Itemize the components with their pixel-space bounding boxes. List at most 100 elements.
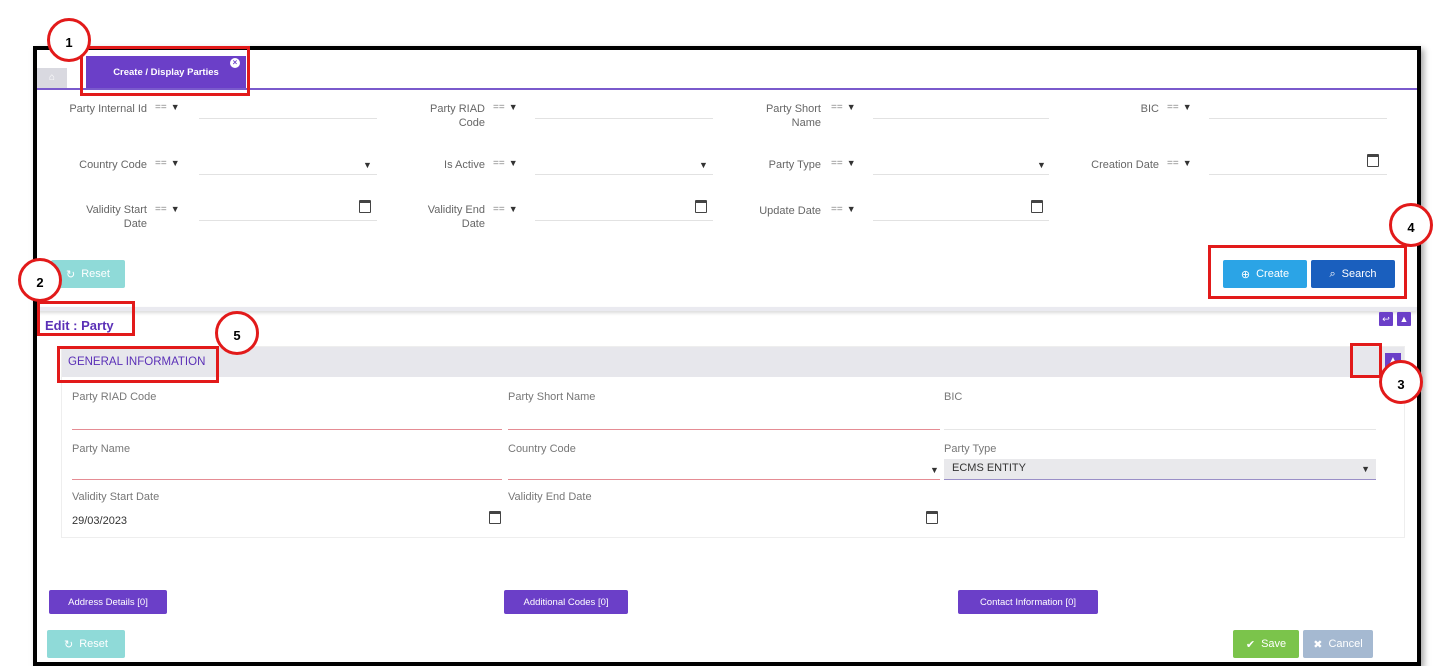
close-icon: ✖ xyxy=(1313,638,1323,651)
calendar-icon[interactable] xyxy=(695,200,707,213)
app-window: ⌂ Create / Display Parties × Party Inter… xyxy=(33,46,1421,666)
label-validity-end-date: Validity End Date xyxy=(508,491,592,503)
operator-select[interactable]: == ▼ xyxy=(831,102,856,113)
collapse-icon[interactable]: ▲ xyxy=(1397,312,1411,326)
caret-down-icon: ▼ xyxy=(508,102,518,112)
annotation-box-section-toggle xyxy=(1350,343,1382,378)
operator-select[interactable]: == ▼ xyxy=(493,102,518,113)
operator-select[interactable]: == ▼ xyxy=(493,158,518,169)
edit-header-actions: ↩ ▲ xyxy=(1379,312,1411,326)
label-party-name: Party Name xyxy=(72,443,131,455)
annotation-box-section-title xyxy=(57,346,219,383)
validity-start-date-input[interactable] xyxy=(199,202,377,221)
annotation-marker-3: 3 xyxy=(1379,360,1423,404)
annotation-box-edit-title xyxy=(37,301,135,336)
validity-end-date-input[interactable] xyxy=(535,202,713,221)
caret-down-icon[interactable]: ▼ xyxy=(699,160,708,170)
annotation-marker-1: 1 xyxy=(47,18,91,62)
filter-label-update-date: Update Date xyxy=(759,205,821,217)
party-riad-code-input[interactable] xyxy=(535,100,713,119)
caret-down-icon[interactable]: ▼ xyxy=(1361,464,1370,474)
calendar-icon[interactable] xyxy=(359,200,371,213)
operator-select[interactable]: == ▼ xyxy=(493,204,518,215)
calendar-icon[interactable] xyxy=(926,511,938,524)
address-details-button[interactable]: Address Details [0] xyxy=(49,590,167,614)
label-validity-start-date: Validity Start Date xyxy=(72,491,160,503)
bic-input[interactable] xyxy=(1209,100,1387,119)
caret-down-icon[interactable]: ▼ xyxy=(363,160,372,170)
caret-down-icon: ▼ xyxy=(1182,102,1192,112)
caret-down-icon: ▼ xyxy=(170,158,180,168)
operator-select[interactable]: == ▼ xyxy=(155,102,180,113)
home-tab[interactable]: ⌂ xyxy=(37,68,67,88)
annotation-box-tab xyxy=(80,46,250,96)
operator-select[interactable]: == ▼ xyxy=(831,158,856,169)
caret-down-icon[interactable]: ▼ xyxy=(1037,160,1046,170)
calendar-icon[interactable] xyxy=(1367,154,1379,167)
caret-down-icon: ▼ xyxy=(1182,158,1192,168)
annotation-marker-4: 4 xyxy=(1389,203,1433,247)
filter-label-party-short-name: Party Short Name xyxy=(765,103,821,129)
filter-label-creation-date: Creation Date xyxy=(1091,159,1159,171)
update-date-input[interactable] xyxy=(873,202,1049,221)
filter-label-party-type: Party Type xyxy=(768,159,821,171)
label-bic: BIC xyxy=(944,391,963,403)
caret-down-icon: ▼ xyxy=(170,204,180,214)
reset-icon: ↻ xyxy=(64,638,74,651)
operator-select[interactable]: == ▼ xyxy=(155,204,180,215)
operator-select[interactable]: == ▼ xyxy=(831,204,856,215)
save-button[interactable]: ✔ Save xyxy=(1233,630,1299,658)
general-information-section: GENERAL INFORMATION ▲ Party RIAD Code Pa… xyxy=(61,346,1405,538)
party-name-input[interactable] xyxy=(72,479,502,480)
label-country-code: Country Code xyxy=(508,443,576,455)
label-party-type: Party Type xyxy=(944,443,997,455)
country-code-select[interactable] xyxy=(199,156,377,175)
annotation-marker-2: 2 xyxy=(18,258,62,302)
reset-button[interactable]: ↻ Reset xyxy=(51,260,125,288)
validity-start-date-value[interactable]: 29/03/2023 xyxy=(72,515,127,527)
label-party-short-name: Party Short Name xyxy=(508,391,596,403)
bic-input[interactable] xyxy=(944,429,1376,430)
check-icon: ✔ xyxy=(1245,638,1256,651)
caret-down-icon: ▼ xyxy=(508,158,518,168)
party-internal-id-input[interactable] xyxy=(199,100,377,119)
filter-label-country-code: Country Code xyxy=(79,159,147,171)
caret-down-icon: ▼ xyxy=(846,158,856,168)
filter-label-validity-end-date: Validity End Date xyxy=(427,204,485,230)
party-short-name-input[interactable] xyxy=(508,429,940,430)
filter-label-party-riad-code: Party RIAD Code xyxy=(429,103,485,129)
divider xyxy=(37,307,1417,311)
caret-down-icon: ▼ xyxy=(508,204,518,214)
operator-select[interactable]: == ▼ xyxy=(1167,102,1192,113)
back-icon[interactable]: ↩ xyxy=(1379,312,1393,326)
home-icon: ⌂ xyxy=(48,72,56,83)
filter-label-is-active: Is Active xyxy=(444,159,485,171)
reset-button[interactable]: ↻ Reset xyxy=(47,630,125,658)
contact-information-button[interactable]: Contact Information [0] xyxy=(958,590,1098,614)
annotation-box-actions xyxy=(1208,245,1407,299)
cancel-button[interactable]: ✖ Cancel xyxy=(1303,630,1373,658)
is-active-select[interactable] xyxy=(535,156,713,175)
caret-down-icon: ▼ xyxy=(846,102,856,112)
caret-down-icon[interactable]: ▼ xyxy=(930,465,939,475)
country-code-select[interactable] xyxy=(508,479,940,480)
additional-codes-button[interactable]: Additional Codes [0] xyxy=(504,590,628,614)
filter-label-bic: BIC xyxy=(1140,103,1159,115)
operator-select[interactable]: == ▼ xyxy=(1167,158,1192,169)
party-type-select[interactable] xyxy=(873,156,1049,175)
label-party-riad-code: Party RIAD Code xyxy=(72,391,157,403)
caret-down-icon: ▼ xyxy=(170,102,180,112)
operator-select[interactable]: == ▼ xyxy=(155,158,180,169)
calendar-icon[interactable] xyxy=(1031,200,1043,213)
caret-down-icon: ▼ xyxy=(846,204,856,214)
party-riad-code-input[interactable] xyxy=(72,429,502,430)
party-short-name-input[interactable] xyxy=(873,100,1049,119)
filter-label-party-internal-id: Party Internal Id xyxy=(69,103,147,115)
calendar-icon[interactable] xyxy=(489,511,501,524)
reset-icon: ↻ xyxy=(66,268,76,281)
section-header: GENERAL INFORMATION ▲ xyxy=(62,347,1404,377)
party-type-select[interactable]: ECMS ENTITY ▼ xyxy=(944,459,1376,480)
creation-date-input[interactable] xyxy=(1209,156,1387,175)
annotation-marker-5: 5 xyxy=(215,311,259,355)
filter-label-validity-start-date: Validity Start Date xyxy=(86,204,147,230)
